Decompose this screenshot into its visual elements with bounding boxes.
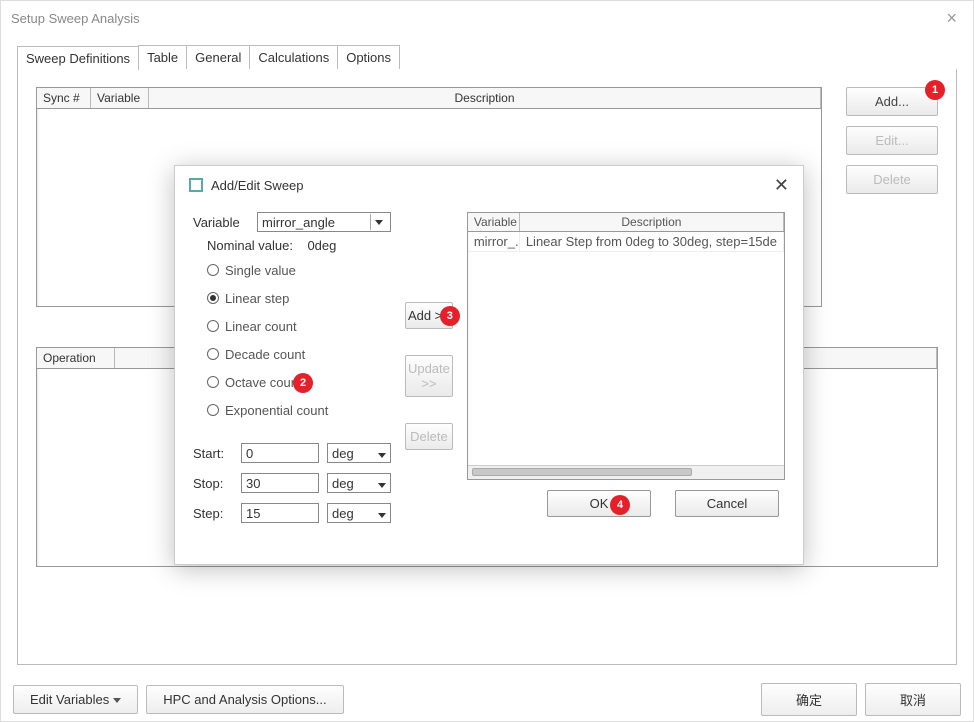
start-input[interactable]: [241, 443, 319, 463]
dialog-titlebar: Add/Edit Sweep ✕: [175, 166, 803, 204]
badge-2: 2: [293, 373, 313, 393]
radio-exponential-count[interactable]: Exponential count: [207, 399, 391, 421]
radio-icon: [207, 320, 219, 332]
start-row: Start: deg: [193, 443, 391, 463]
radio-icon: [207, 376, 219, 388]
radio-icon: [207, 292, 219, 304]
radio-icon: [207, 348, 219, 360]
radio-label: Linear step: [225, 291, 289, 306]
delete-sweep-button[interactable]: Delete: [405, 423, 453, 450]
step-label: Step:: [193, 506, 233, 521]
nominal-row: Nominal value: 0deg: [207, 238, 391, 253]
radio-label: Single value: [225, 263, 296, 278]
chevron-down-icon: [378, 476, 386, 491]
badge-4: 4: [610, 495, 630, 515]
start-label: Start:: [193, 446, 233, 461]
sweep-list-column: Variable Description mirror_... Linear S…: [467, 212, 785, 564]
tab-sweep-definitions[interactable]: Sweep Definitions: [17, 46, 139, 70]
start-unit-combo[interactable]: deg: [327, 443, 391, 463]
step-input[interactable]: [241, 503, 319, 523]
variable-combo[interactable]: mirror_angle: [257, 212, 391, 232]
add-edit-sweep-dialog: Add/Edit Sweep ✕ Variable mirror_angle N…: [174, 165, 804, 565]
update-sweep-button[interactable]: Update >>: [405, 355, 453, 397]
step-row: Step: deg: [193, 503, 391, 523]
sweep-params-column: Variable mirror_angle Nominal value: 0de…: [193, 212, 391, 564]
chevron-down-icon: [378, 446, 386, 461]
dialog-icon: [189, 178, 203, 192]
chevron-down-icon: [370, 214, 386, 230]
radio-icon: [207, 404, 219, 416]
badge-1: 1: [925, 80, 945, 100]
radio-label: Octave count: [225, 375, 302, 390]
step-unit-combo[interactable]: deg: [327, 503, 391, 523]
nominal-label: Nominal value:: [207, 238, 293, 253]
table-row[interactable]: mirror_... Linear Step from 0deg to 30de…: [468, 232, 784, 252]
dialog-ok-button[interactable]: OK 4: [547, 490, 651, 517]
dialog-ok-label: OK: [590, 496, 609, 511]
main-window: Setup Sweep Analysis × Sweep Definitions…: [0, 0, 974, 722]
add-sweep-button[interactable]: Add >> 3: [405, 302, 453, 329]
radio-label: Decade count: [225, 347, 305, 362]
stop-row: Stop: deg: [193, 473, 391, 493]
stop-label: Stop:: [193, 476, 233, 491]
chevron-down-icon: [378, 506, 386, 521]
variable-row: Variable mirror_angle: [193, 212, 391, 232]
sweep-list-header: Variable Description: [468, 213, 784, 232]
radio-label: Exponential count: [225, 403, 328, 418]
nominal-value: 0deg: [307, 238, 336, 253]
radio-single-value[interactable]: Single value: [207, 259, 391, 281]
horizontal-scrollbar[interactable]: [468, 465, 784, 479]
stop-input[interactable]: [241, 473, 319, 493]
cell-description: Linear Step from 0deg to 30deg, step=15d…: [520, 232, 784, 251]
dialog-title: Add/Edit Sweep: [211, 178, 774, 193]
cell-variable: mirror_...: [468, 232, 520, 251]
scrollbar-thumb[interactable]: [472, 468, 692, 476]
radio-octave-count[interactable]: Octave count 2: [207, 371, 391, 393]
modal-overlay: Add/Edit Sweep ✕ Variable mirror_angle N…: [0, 0, 974, 722]
radio-icon: [207, 264, 219, 276]
variable-value: mirror_angle: [262, 215, 335, 230]
radio-decade-count[interactable]: Decade count: [207, 343, 391, 365]
col-description: Description: [520, 213, 784, 231]
sweep-list-table[interactable]: Variable Description mirror_... Linear S…: [467, 212, 785, 480]
badge-3: 3: [440, 306, 460, 326]
radio-linear-count[interactable]: Linear count: [207, 315, 391, 337]
dialog-body: Variable mirror_angle Nominal value: 0de…: [175, 204, 803, 564]
stop-unit-combo[interactable]: deg: [327, 473, 391, 493]
dialog-footer: OK 4 Cancel: [467, 490, 785, 517]
col-variable: Variable: [468, 213, 520, 231]
transfer-buttons-column: Add >> 3 Update >> Delete: [405, 212, 453, 564]
radio-label: Linear count: [225, 319, 297, 334]
dialog-close-icon[interactable]: ✕: [774, 175, 789, 196]
variable-label: Variable: [193, 215, 249, 230]
radio-linear-step[interactable]: Linear step: [207, 287, 391, 309]
dialog-cancel-button[interactable]: Cancel: [675, 490, 779, 517]
